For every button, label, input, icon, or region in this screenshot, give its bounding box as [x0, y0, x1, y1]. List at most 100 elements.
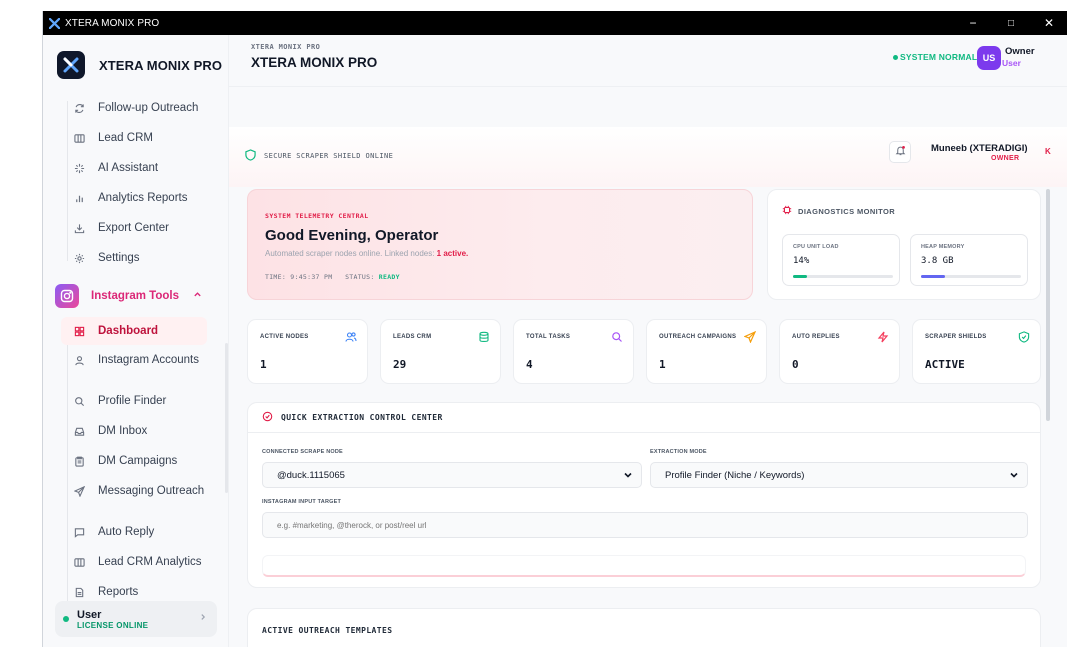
database-icon	[478, 330, 490, 348]
sidebar-section-label: Instagram Tools	[91, 290, 179, 302]
sidebar-item-lead-crm[interactable]: Lead CRM	[69, 124, 219, 152]
sidebar: XTERA MONIX PRO Follow-up Outreach Lead …	[43, 35, 229, 647]
user-license-card[interactable]: User LICENSE ONLINE	[55, 601, 217, 637]
hero-tag: SYSTEM TELEMETRY CENTRAL	[265, 212, 369, 220]
search-icon	[611, 330, 623, 348]
avatar[interactable]: US	[977, 46, 1001, 70]
stat-card-active-nodes[interactable]: ACTIVE NODES 1	[247, 319, 368, 384]
stat-value: 0	[792, 358, 799, 371]
extraction-action-area[interactable]	[262, 555, 1026, 577]
content-scrollbar[interactable]	[1046, 189, 1050, 421]
chevron-down-icon	[623, 470, 633, 483]
heap-memory-value: 3.8 GB	[921, 256, 954, 266]
title-bar: XTERA MONIX PRO − □ ✕	[43, 11, 1067, 35]
online-status-dot	[63, 616, 69, 622]
sidebar-item-export-center[interactable]: Export Center	[69, 214, 219, 242]
main-content: SECURE SCRAPER SHIELD ONLINE Muneeb (XTE…	[229, 87, 1067, 647]
close-button[interactable]: ✕	[1030, 11, 1067, 35]
sidebar-item-label: AI Assistant	[98, 162, 159, 174]
extraction-mode-select[interactable]: Profile Finder (Niche / Keywords)	[650, 462, 1028, 488]
cpu-chip-icon	[782, 205, 792, 217]
sidebar-item-label: Messaging Outreach	[98, 485, 205, 497]
operator-name: Muneeb (XTERADIGI)	[931, 143, 1028, 154]
cpu-load-value: 14%	[793, 256, 810, 266]
operator-role: OWNER	[991, 155, 1020, 162]
message-icon	[69, 527, 89, 538]
stat-card-auto-replies[interactable]: AUTO REPLIES 0	[779, 319, 900, 384]
maximize-button[interactable]: □	[992, 11, 1030, 35]
sidebar-item-dm-inbox[interactable]: DM Inbox	[69, 417, 219, 445]
inbox-icon	[69, 426, 89, 437]
stat-label: LEADS CRM	[393, 334, 432, 340]
brand[interactable]: XTERA MONIX PRO	[57, 51, 222, 79]
scrape-node-select[interactable]: @duck.1115065	[262, 462, 642, 488]
status-label: STATUS:	[345, 273, 375, 281]
sidebar-item-messaging-outreach[interactable]: Messaging Outreach	[69, 477, 219, 505]
stat-label: SCRAPER SHIELDS	[925, 334, 987, 340]
instagram-target-input[interactable]	[262, 512, 1028, 538]
app-header: XTERA MONIX PRO XTERA MONIX PRO SYSTEM N…	[229, 35, 1067, 87]
chevron-down-icon	[1009, 470, 1019, 483]
quick-extraction-panel: QUICK EXTRACTION CONTROL CENTER CONNECTE…	[247, 402, 1041, 588]
sidebar-item-label: Settings	[98, 252, 140, 264]
sidebar-item-dm-campaigns[interactable]: DM Campaigns	[69, 447, 219, 475]
sidebar-item-auto-reply[interactable]: Auto Reply	[69, 518, 219, 546]
sidebar-item-label: Analytics Reports	[98, 192, 188, 204]
chevron-up-icon[interactable]	[193, 290, 202, 302]
system-status-badge: SYSTEM NORMAL	[893, 52, 977, 62]
target-icon	[262, 411, 273, 424]
current-time: TIME: 9:45:37 PM	[265, 273, 333, 281]
stat-card-leads-crm[interactable]: LEADS CRM 29	[380, 319, 501, 384]
stat-card-outreach-campaigns[interactable]: OUTREACH CAMPAIGNS 1	[646, 319, 767, 384]
user-name: User	[77, 608, 102, 621]
notifications-button[interactable]	[889, 141, 911, 163]
sidebar-item-label: Profile Finder	[98, 395, 167, 407]
cpu-load-metric: CPU UNIT LOAD 14%	[782, 234, 900, 286]
diagnostics-title-text: DIAGNOSTICS MONITOR	[798, 206, 896, 216]
clipboard-icon	[69, 456, 89, 467]
stat-label: AUTO REPLIES	[792, 334, 840, 340]
user-icon	[69, 355, 89, 366]
shield-check-icon	[1018, 330, 1030, 348]
sidebar-item-lead-crm-analytics[interactable]: Lead CRM Analytics	[69, 548, 219, 576]
stat-value: ACTIVE	[925, 358, 965, 371]
stat-value: 29	[393, 358, 407, 371]
users-icon	[345, 330, 357, 348]
sidebar-item-ai-assistant[interactable]: AI Assistant	[69, 154, 219, 182]
sparkle-icon	[69, 163, 89, 174]
file-icon	[69, 587, 89, 598]
refresh-icon	[69, 103, 89, 114]
operator-initial[interactable]: K	[1045, 147, 1051, 156]
stat-label: OUTREACH CAMPAIGNS	[659, 334, 737, 340]
sidebar-item-follow-up-outreach[interactable]: Follow-up Outreach	[69, 94, 219, 122]
user-role-sub: User	[1002, 58, 1021, 68]
brand-logo-icon	[57, 51, 85, 79]
window-title: XTERA MONIX PRO	[65, 17, 160, 29]
sidebar-item-dashboard[interactable]: Dashboard	[61, 317, 207, 345]
sidebar-item-analytics-reports[interactable]: Analytics Reports	[69, 184, 219, 212]
page-title: XTERA MONIX PRO	[251, 55, 378, 70]
user-role: Owner	[1005, 46, 1035, 57]
sidebar-item-label: DM Campaigns	[98, 455, 178, 467]
diagnostics-monitor-card: DIAGNOSTICS MONITOR CPU UNIT LOAD 14% HE…	[767, 189, 1041, 300]
sidebar-item-instagram-accounts[interactable]: Instagram Accounts	[69, 346, 219, 374]
sidebar-item-label: Reports	[98, 586, 139, 598]
sidebar-item-settings[interactable]: Settings	[69, 244, 219, 272]
heap-memory-label: HEAP MEMORY	[921, 244, 965, 250]
sidebar-item-profile-finder[interactable]: Profile Finder	[69, 387, 219, 415]
app-logo-icon	[48, 17, 60, 29]
stat-card-scraper-shields[interactable]: SCRAPER SHIELDS ACTIVE	[912, 319, 1041, 384]
shield-icon	[245, 149, 256, 163]
sidebar-section-instagram-tools[interactable]: Instagram Tools	[55, 281, 221, 311]
lightning-icon	[877, 330, 889, 348]
extraction-mode-value: Profile Finder (Niche / Keywords)	[665, 469, 805, 481]
license-status: LICENSE ONLINE	[77, 620, 149, 630]
sidebar-item-label: Auto Reply	[98, 526, 155, 538]
linked-nodes-count: 1 active.	[436, 249, 469, 258]
stat-card-total-tasks[interactable]: TOTAL TASKS 4	[513, 319, 634, 384]
shield-status: SECURE SCRAPER SHIELD ONLINE	[245, 149, 393, 163]
sidebar-scrollbar[interactable]	[225, 343, 228, 493]
minimize-button[interactable]: −	[954, 11, 992, 35]
cpu-load-bar	[793, 275, 893, 278]
stat-value: 1	[260, 358, 267, 371]
